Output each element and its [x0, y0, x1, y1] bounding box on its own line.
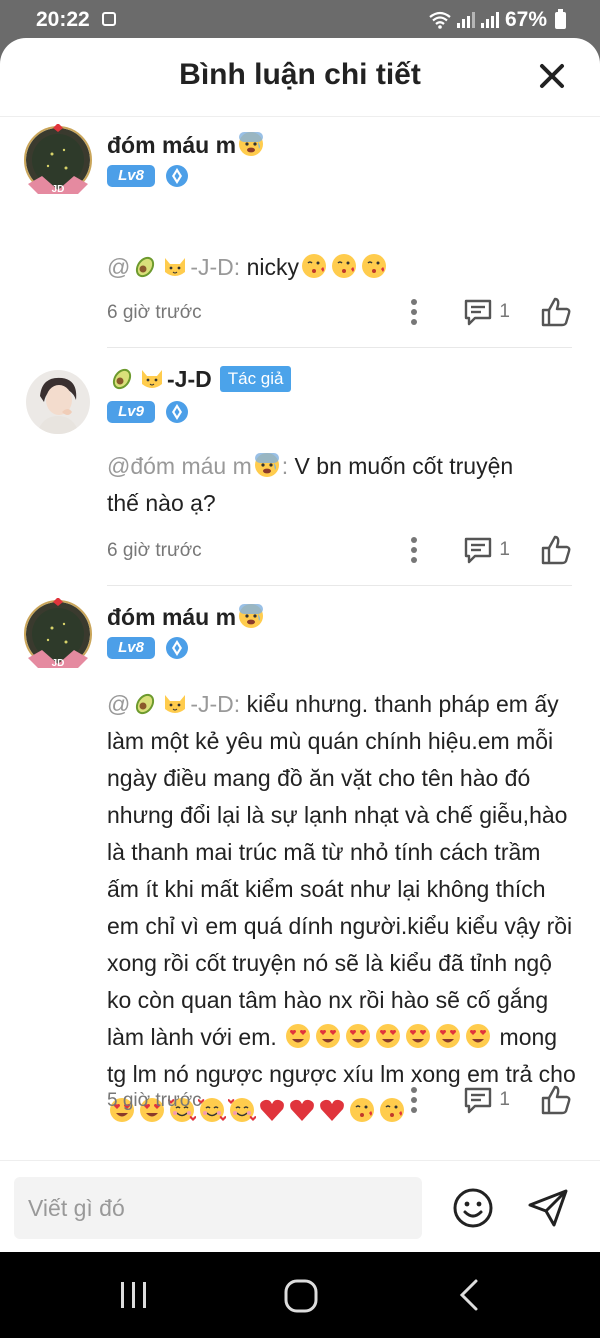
smiling-hearts-emoji: [198, 1098, 226, 1122]
divider: [107, 585, 572, 586]
comment-time: 5 giờ trước: [107, 1090, 202, 1111]
anxious-face-emoji: [239, 132, 264, 156]
signal-icon: [456, 12, 475, 28]
kissing-heart-emoji-run: [299, 254, 389, 280]
kissing-heart-emoji: [301, 254, 326, 278]
cat-face-emoji: [165, 695, 186, 713]
heart-eyes-emoji: [376, 1024, 401, 1048]
home-icon[interactable]: [282, 1278, 320, 1314]
divider: [107, 347, 572, 348]
cat-face-emoji: [142, 370, 162, 388]
more-options-icon[interactable]: [409, 298, 419, 326]
level-badge: Lv9: [107, 401, 155, 423]
status-time: 20:22: [36, 8, 90, 31]
battery-percent: 67%: [504, 8, 547, 31]
comment-time: 6 giờ trước: [107, 540, 202, 561]
reply-icon[interactable]: [463, 535, 493, 565]
heart-eyes-emoji-run: [277, 1024, 500, 1050]
battery-icon: [555, 8, 566, 29]
comment-header: đóm máu m: [107, 130, 266, 159]
user-badges: Lv8: [107, 636, 189, 660]
wifi-icon: [429, 11, 451, 29]
anxious-face-emoji: [254, 453, 279, 477]
like-icon[interactable]: [540, 1084, 572, 1116]
comment-time: 6 giờ trước: [107, 302, 202, 323]
kissing-heart-emoji: [350, 1098, 374, 1122]
reply-count: 1: [499, 539, 510, 560]
reply-count: 1: [499, 1089, 510, 1110]
heart-eyes-emoji: [406, 1024, 431, 1048]
heart-eyes-emoji: [346, 1024, 371, 1048]
kissing-heart-emoji: [331, 254, 356, 278]
heart-eyes-emoji: [286, 1024, 311, 1048]
back-icon[interactable]: [456, 1278, 482, 1312]
username[interactable]: đóm máu m: [107, 602, 266, 631]
level-badge: Lv8: [107, 165, 155, 187]
comment-header: đóm máu m: [107, 602, 266, 631]
avatar-frame: JD: [24, 597, 92, 669]
red-heart-emoji: [260, 1099, 284, 1121]
anxious-face-emoji: [239, 604, 264, 628]
heart-eyes-emoji: [316, 1024, 341, 1048]
emoji-picker-icon[interactable]: [452, 1187, 494, 1229]
comment-actions: 1: [409, 1084, 572, 1116]
user-badges: Lv8: [107, 164, 189, 188]
heart-eyes-emoji: [436, 1024, 461, 1048]
mention[interactable]: @ -J-D:: [107, 691, 240, 717]
svg-text:JD: JD: [52, 658, 65, 669]
gem-badge-icon: [166, 165, 188, 187]
like-icon[interactable]: [540, 534, 572, 566]
red-heart-emoji: [320, 1099, 344, 1121]
gem-badge-icon: [166, 401, 188, 423]
comment-actions: 1: [409, 296, 572, 328]
more-options-icon[interactable]: [409, 536, 419, 564]
recent-apps-icon[interactable]: [116, 1278, 152, 1312]
avatar[interactable]: JD: [22, 123, 94, 196]
page-title: Bình luận chi tiết: [179, 58, 421, 91]
kissing-heart-emoji: [380, 1098, 404, 1122]
comment-text: @đóm máu m: V bn muốn cốt truyện thế nào …: [107, 453, 514, 516]
send-icon[interactable]: [526, 1187, 570, 1229]
level-badge: Lv8: [107, 637, 155, 659]
like-icon[interactable]: [540, 296, 572, 328]
more-options-icon[interactable]: [409, 1086, 419, 1114]
system-nav-bar: [0, 1252, 600, 1338]
mention[interactable]: @ -J-D:: [107, 254, 240, 280]
gem-badge-icon: [166, 637, 188, 659]
user-badges: Lv9: [107, 400, 189, 424]
username[interactable]: -J-D: [107, 364, 212, 393]
sim-card-icon: [102, 12, 116, 26]
reply-icon[interactable]: [463, 297, 493, 327]
author-badge: Tác giả: [219, 365, 292, 392]
signal-icon-2: [480, 12, 499, 28]
mention[interactable]: @đóm máu m:: [107, 453, 288, 479]
comment-text: @ -J-D: kiểu nhưng. thanh pháp em ấy làm …: [107, 686, 577, 1130]
red-heart-emoji: [290, 1099, 314, 1121]
comment-detail-sheet: Bình luận chi tiết JD đóm máu m Lv8 @ -J…: [0, 38, 600, 1252]
close-icon[interactable]: [532, 56, 572, 96]
comment-list[interactable]: JD đóm máu m Lv8 @ -J-D: nicky 6 giờ trướ…: [0, 118, 600, 1158]
avatar[interactable]: JD: [22, 597, 94, 670]
svg-text:JD: JD: [52, 184, 65, 195]
avatar-photo: [26, 370, 90, 434]
avocado-emoji: [112, 368, 132, 390]
cat-face-emoji: [165, 258, 186, 276]
comment-input-bar: [0, 1160, 600, 1252]
heart-eyes-emoji: [466, 1024, 491, 1048]
smiling-hearts-emoji: [228, 1098, 256, 1122]
comment-header: -J-D Tác giả: [107, 364, 292, 393]
comment-text: @ -J-D: nicky: [107, 249, 577, 286]
avatar-frame: JD: [24, 123, 92, 195]
reply-count: 1: [499, 301, 510, 322]
sheet-header: Bình luận chi tiết: [0, 38, 600, 117]
comment-actions: 1: [409, 534, 572, 566]
status-bar: 20:22 67%: [0, 0, 600, 36]
username[interactable]: đóm máu m: [107, 130, 266, 159]
avatar[interactable]: [22, 366, 94, 438]
comment-input[interactable]: [14, 1177, 422, 1239]
avocado-emoji: [136, 256, 155, 278]
kissing-heart-emoji: [361, 254, 386, 278]
avocado-emoji: [136, 693, 155, 715]
reply-icon[interactable]: [463, 1085, 493, 1115]
